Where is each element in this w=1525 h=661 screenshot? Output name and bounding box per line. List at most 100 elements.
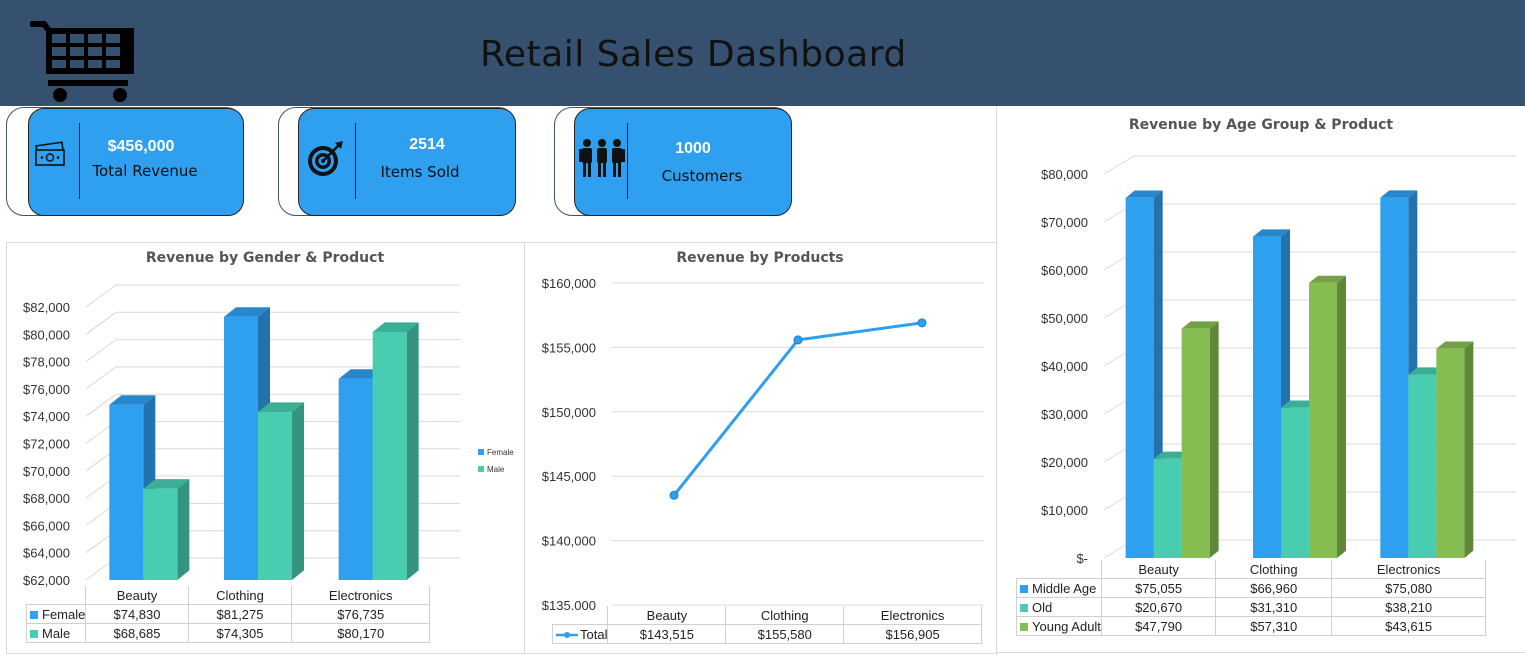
series-name: Female (42, 606, 86, 622)
kpi-value: 1000 (675, 140, 711, 157)
bar-male (258, 412, 292, 580)
y-tick-label: $82,000 (23, 300, 70, 315)
legend-label: Female (487, 448, 514, 457)
kpi-label: Customers (661, 167, 743, 185)
kpi-divider (627, 123, 628, 199)
kpi-items-sold: 2514 Items Sold (298, 108, 516, 216)
data-cell: $74,305 (187, 623, 293, 643)
y-tick-label: $66,000 (23, 518, 70, 533)
kpi-divider (355, 123, 356, 199)
data-cell: $38,210 (1331, 597, 1486, 617)
gridline-side (85, 339, 117, 363)
gridline-side (85, 311, 117, 335)
kpi-label: Items Sold (380, 163, 460, 181)
bar-female (338, 378, 373, 580)
bar-old (1153, 458, 1182, 558)
bar-female (224, 316, 258, 580)
y-tick-label: $68,000 (23, 491, 70, 506)
kpi-value: 2514 (409, 136, 445, 153)
y-tick-label: $80,000 (23, 327, 70, 342)
chart-title: Revenue by Gender & Product (145, 250, 385, 266)
kpi-divider (79, 123, 80, 199)
dashboard-title: Retail Sales Dashboard (480, 34, 907, 75)
data-cell: $81,275 (187, 604, 293, 624)
category-label: Clothing (1215, 560, 1333, 579)
data-cell: $74,830 (85, 604, 189, 624)
category-label: Beauty (85, 586, 189, 605)
category-label: Electronics (291, 586, 430, 605)
legend-swatch (30, 630, 38, 639)
y-tick-label: $20,000 (1041, 455, 1088, 470)
y-tick-label: $70,000 (23, 464, 70, 479)
data-cell: $20,670 (1100, 597, 1217, 617)
series-name: Young Adult (1032, 618, 1101, 634)
bar-side (406, 322, 419, 580)
gender-product-data-table: Beauty Clothing Electronics Female $74,830 $8… (25, 586, 430, 643)
bar-male (372, 331, 407, 580)
bar-middle-age (1253, 236, 1281, 558)
bar-side (292, 402, 304, 580)
y-tick-label: $76,000 (23, 382, 70, 397)
legend-swatch (1020, 623, 1028, 632)
bar-side (1464, 341, 1474, 558)
bar-side (1337, 275, 1346, 558)
data-cell: $47,790 (1100, 616, 1217, 636)
y-tick-label: $74,000 (23, 409, 70, 424)
bar-young-adult (1436, 348, 1465, 558)
kpi-label: Total Revenue (92, 162, 198, 180)
series-name: Male (42, 625, 71, 641)
category-label: Clothing (187, 586, 293, 605)
kpi-total-revenue: $456,000 Total Revenue (28, 108, 244, 216)
shopping-cart-icon (30, 21, 134, 102)
bar-middle-age (1380, 197, 1409, 558)
y-tick-label: $64,000 (23, 546, 70, 561)
category-label: Beauty (1100, 560, 1217, 579)
legend-swatch (478, 466, 484, 472)
age-product-data-table: Beauty Clothing Electronics Middle Age $75,0… (1016, 560, 1486, 636)
y-tick-label: $145,000 (542, 469, 596, 484)
target-icon (308, 141, 343, 176)
gender-product-chart: $62,000$64,000$66,000$68,000$70,000$72,0… (23, 284, 514, 588)
bar-male (143, 488, 178, 580)
data-cell: $66,960 (1215, 578, 1333, 598)
y-tick-label: $140,000 (542, 534, 596, 549)
legend-swatch (30, 611, 38, 620)
data-cell: $156,905 (843, 624, 982, 644)
data-point (669, 490, 679, 500)
age-product-chart: $-$10,000$20,000$30,000$40,000$50,000$60… (1041, 155, 1516, 566)
category-label: Electronics (1331, 560, 1486, 579)
y-tick-label: $155,000 (542, 340, 596, 355)
series-line-total (672, 321, 923, 497)
data-cell: $43,615 (1331, 616, 1486, 636)
gridline-side (85, 366, 117, 390)
kpi-value: $456,000 (107, 138, 175, 155)
kpi-customers: 1000 Customers (574, 108, 792, 216)
bar-female (109, 404, 144, 580)
data-cell: $31,310 (1215, 597, 1333, 617)
bar-old (1281, 407, 1309, 558)
y-tick-label: $50,000 (1041, 311, 1088, 326)
y-tick-label: $30,000 (1041, 407, 1088, 422)
dashboard-header: Retail Sales Dashboard (0, 0, 1525, 106)
data-cell: $76,735 (291, 604, 430, 624)
data-point (917, 318, 927, 328)
category-label: Beauty (607, 606, 727, 625)
data-cell: $75,055 (1100, 578, 1217, 598)
data-cell: $143,515 (607, 624, 727, 644)
legend-label: Male (487, 465, 505, 474)
products-data-table: Beauty Clothing Electronics Total $143,515 $1… (551, 606, 982, 644)
legend-line-icon (556, 632, 578, 639)
series-name: Old (1032, 599, 1053, 615)
bar-side (177, 479, 190, 580)
bar-young-adult (1309, 282, 1337, 558)
data-cell: $155,580 (725, 624, 845, 644)
bar-middle-age (1125, 197, 1154, 558)
series-name: Middle Age (1032, 580, 1097, 596)
bar-side (1209, 321, 1219, 558)
y-tick-label: $150,000 (542, 405, 596, 420)
gridline-side (1103, 155, 1135, 175)
bar-young-adult (1181, 328, 1210, 558)
y-tick-label: $70,000 (1041, 215, 1088, 230)
money-icon (35, 141, 65, 166)
gridline-side (85, 284, 117, 308)
